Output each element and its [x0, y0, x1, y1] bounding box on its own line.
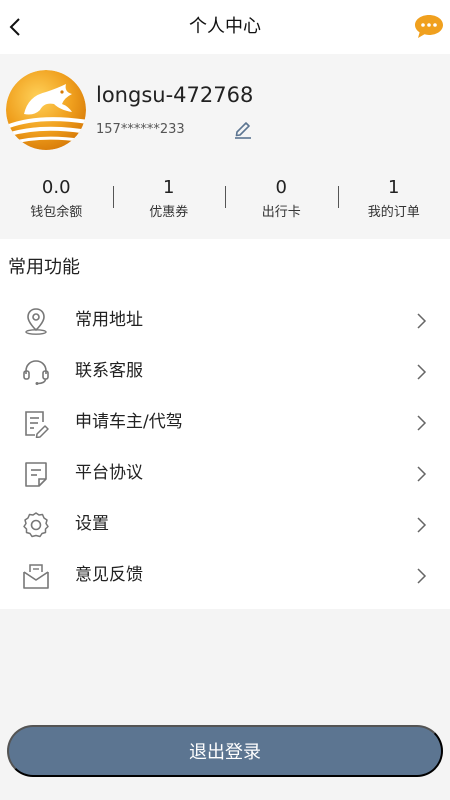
stat-label: 钱包余额: [30, 205, 83, 220]
profile-section: longsu-472768 157******233 0.0 钱包余额 1 优惠…: [0, 54, 450, 239]
menu-item-customer-service[interactable]: 联系客服: [0, 346, 450, 397]
feedback-envelope-icon: [23, 564, 49, 589]
username: longsu-472768: [96, 83, 254, 107]
edit-profile-button[interactable]: [232, 118, 254, 140]
menu-item-apply-driver[interactable]: 申请车主/代驾: [0, 397, 450, 448]
chevron-right-icon: [417, 568, 427, 584]
document-edit-icon: [25, 411, 49, 438]
location-pin-icon: [25, 308, 47, 335]
menu-item-label: 联系客服: [75, 361, 143, 381]
stat-my-orders[interactable]: 1 我的订单: [337, 174, 450, 226]
common-functions-section: 常用功能 常用地址 联系客服 申请车主/代驾 平台协议 设置 意见反馈: [0, 239, 450, 609]
menu-item-label: 设置: [75, 514, 109, 534]
menu-item-common-address[interactable]: 常用地址: [0, 295, 450, 346]
chat-bubble-icon: [415, 15, 443, 38]
function-menu: 常用地址 联系客服 申请车主/代驾 平台协议 设置 意见反馈: [0, 295, 450, 601]
chevron-right-icon: [417, 466, 427, 482]
chevron-right-icon: [417, 364, 427, 380]
headset-icon: [23, 360, 49, 385]
menu-item-label: 常用地址: [75, 310, 143, 330]
document-icon: [25, 462, 47, 487]
chevron-right-icon: [417, 517, 427, 533]
chevron-right-icon: [417, 415, 427, 431]
section-title: 常用功能: [8, 257, 80, 278]
menu-item-label: 意见反馈: [75, 565, 143, 585]
menu-item-label: 平台协议: [75, 463, 143, 483]
stat-label: 优惠券: [149, 205, 189, 220]
menu-item-feedback[interactable]: 意见反馈: [0, 550, 450, 601]
dragon-logo-icon: [6, 70, 86, 150]
stat-travel-card[interactable]: 0 出行卡: [225, 174, 338, 226]
stat-label: 出行卡: [261, 205, 301, 220]
stats-row: 0.0 钱包余额 1 优惠券 0 出行卡 1 我的订单: [0, 174, 450, 226]
stat-value: 1: [163, 177, 175, 198]
gear-icon: [23, 512, 49, 538]
stat-value: 1: [388, 177, 400, 198]
stat-value: 0: [275, 177, 287, 198]
menu-item-platform-agreement[interactable]: 平台协议: [0, 448, 450, 499]
stat-value: 0.0: [41, 177, 71, 198]
stat-wallet-balance[interactable]: 0.0 钱包余额: [0, 174, 113, 226]
logout-button[interactable]: 退出登录: [7, 725, 443, 777]
message-button[interactable]: [413, 13, 445, 41]
stat-coupons[interactable]: 1 优惠券: [112, 174, 226, 226]
top-bar: 个人中心: [0, 0, 450, 54]
avatar[interactable]: [6, 70, 86, 150]
page-title: 个人中心: [189, 16, 261, 37]
chevron-right-icon: [417, 313, 427, 329]
menu-item-settings[interactable]: 设置: [0, 499, 450, 550]
phone-number: 157******233: [96, 122, 185, 137]
menu-item-label: 申请车主/代驾: [75, 412, 183, 432]
pencil-icon: [235, 122, 251, 139]
stat-label: 我的订单: [367, 205, 420, 220]
